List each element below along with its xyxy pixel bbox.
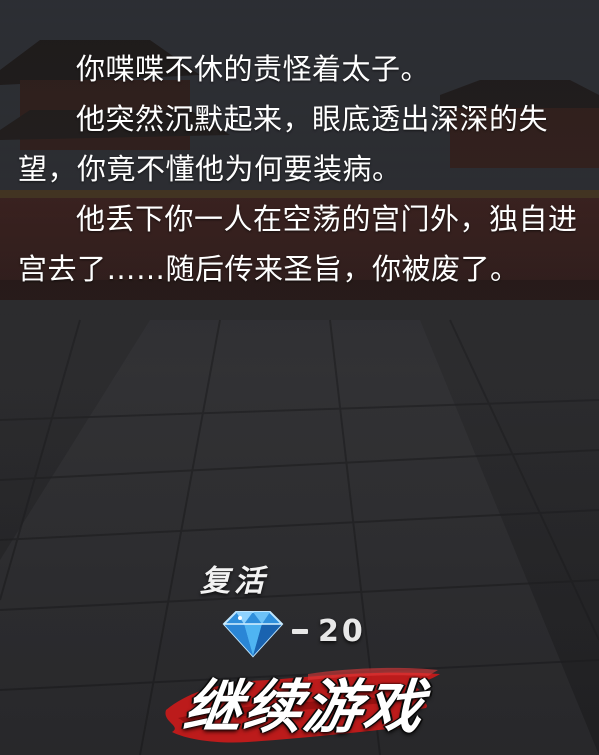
revive-cost: 20 — [318, 614, 366, 649]
diamond-icon — [222, 611, 284, 658]
story-text: 你喋喋不休的责怪着太子。 他突然沉默起来，眼底透出深深的失望，你竟不懂他为何要装… — [18, 44, 578, 294]
story-paragraph: 你喋喋不休的责怪着太子。 — [76, 52, 431, 86]
continue-game-label: 继续游戏 — [179, 673, 430, 741]
continue-game-button[interactable]: 继续游戏 — [158, 652, 448, 752]
revive-option[interactable]: 复活 20 — [200, 548, 400, 658]
minus-sign — [292, 629, 308, 634]
story-paragraph: 他突然沉默起来，眼底透出深深的失望，你竟不懂他为何要装病。 — [18, 102, 549, 186]
story-paragraph: 他丢下你一人在空荡的宫门外，独自进宫去了……随后传来圣旨，你被废了。 — [18, 202, 578, 286]
revive-label: 复活 — [200, 564, 268, 599]
